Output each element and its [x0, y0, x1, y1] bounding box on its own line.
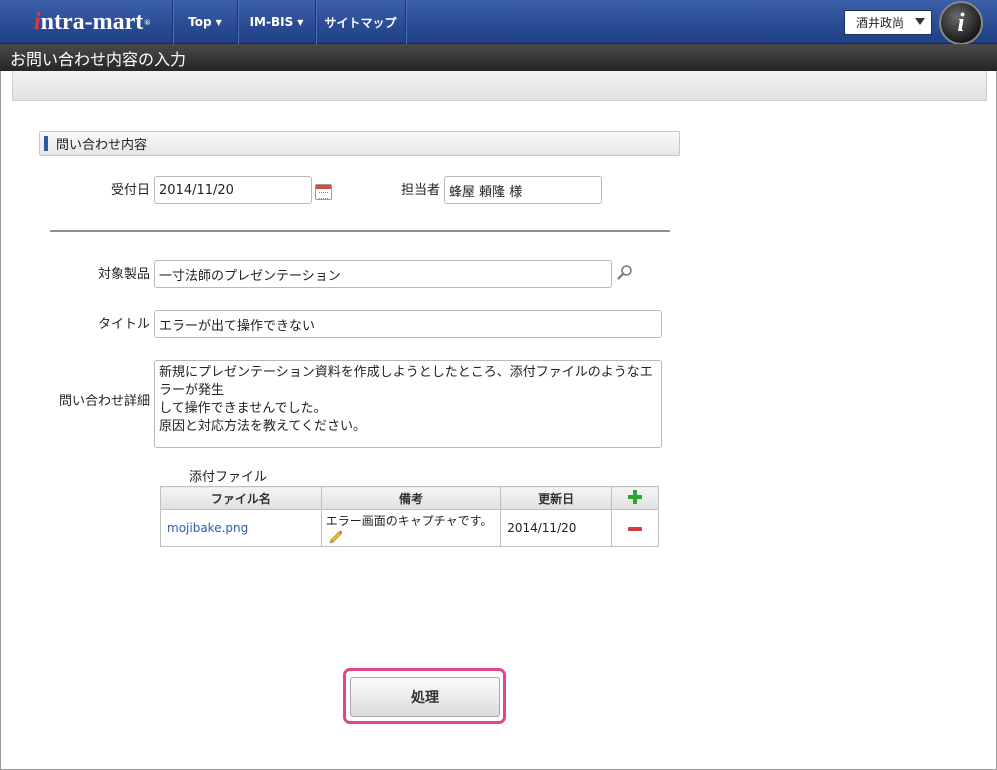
nav-top-menu[interactable]: Top ▼	[172, 0, 237, 44]
details-textarea[interactable]: 新規にプレゼンテーション資料を作成しようとしたところ、添付ファイルのようなエラー…	[154, 360, 662, 448]
assignee-value: 蜂屋 頼隆 様	[449, 184, 523, 200]
frame-border	[0, 71, 1, 770]
details-line: 原因と対応方法を教えてください。	[159, 419, 366, 434]
nav-divider	[405, 0, 407, 44]
pencil-icon[interactable]	[328, 529, 344, 545]
logo-mark: i	[34, 8, 41, 35]
search-icon[interactable]	[617, 264, 633, 280]
avatar-letter: i	[957, 8, 965, 37]
table-header-row: ファイル名 備考 更新日	[160, 486, 659, 510]
reception-date-field[interactable]: 2014/11/20	[154, 176, 312, 204]
product-label: 対象製品	[97, 267, 150, 282]
nav-sitemap-link[interactable]: サイトマップ	[315, 0, 405, 44]
form-divider	[50, 230, 670, 232]
details-label: 問い合わせ詳細	[58, 394, 150, 409]
intra-mart-logo[interactable]: i ntra-mart ®	[0, 0, 172, 44]
plus-icon[interactable]	[628, 489, 643, 504]
product-field[interactable]: 一寸法師のプレゼンテーション	[154, 260, 612, 288]
minus-icon[interactable]	[628, 526, 643, 531]
attachments-title: 添付ファイル	[189, 470, 268, 485]
nav-sitemap-label: サイトマップ	[324, 15, 397, 30]
logo-text: ntra-mart	[40, 8, 144, 35]
attachments-table: ファイル名 備考 更新日 mojibake.png エラー画面のキャプチャです。…	[160, 486, 659, 547]
user-name: 酒井政尚	[856, 16, 905, 30]
subject-field[interactable]: エラーが出て操作できない	[154, 310, 662, 338]
note-text: エラー画面のキャプチャです。	[325, 513, 493, 528]
chevron-down-icon	[915, 18, 925, 25]
reception-date-label: 受付日	[110, 183, 150, 198]
note-cell: エラー画面のキャプチャです。	[320, 509, 502, 547]
column-header-note: 備考	[320, 486, 502, 510]
nav-imbis-menu[interactable]: IM-BIS ▼	[237, 0, 315, 44]
attachment-link[interactable]: mojibake.png	[167, 521, 248, 535]
calendar-icon[interactable]	[315, 184, 332, 200]
avatar[interactable]: i	[939, 1, 983, 45]
reception-date-value: 2014/11/20	[159, 182, 234, 198]
process-button[interactable]: 処理	[350, 677, 500, 717]
add-attachment-cell	[611, 486, 659, 510]
page-toolbar	[12, 71, 987, 101]
updated-cell: 2014/11/20	[500, 509, 613, 547]
filename-cell: mojibake.png	[160, 509, 322, 547]
subject-label: タイトル	[97, 317, 150, 332]
nav-top-label: Top	[188, 15, 212, 29]
section-title: 問い合わせ内容	[56, 138, 148, 153]
page-title: お問い合わせ内容の入力	[10, 49, 187, 69]
section-header: 問い合わせ内容	[39, 131, 680, 156]
chevron-down-icon: ▼	[297, 17, 304, 27]
product-value: 一寸法師のプレゼンテーション	[159, 268, 341, 284]
assignee-label: 担当者	[400, 183, 440, 198]
subject-value: エラーが出て操作できない	[159, 318, 316, 334]
user-menu-dropdown[interactable]: 酒井政尚	[844, 10, 932, 35]
details-line: して操作できませんでした。	[159, 401, 327, 416]
column-header-updated: 更新日	[500, 486, 613, 510]
logo-registered: ®	[144, 17, 151, 27]
details-line: 新規にプレゼンテーション資料を作成しようとしたところ、添付ファイルのようなエラー…	[159, 365, 653, 398]
global-nav: i ntra-mart ® Top ▼ IM-BIS ▼ サイトマップ 酒井政尚 i	[0, 0, 997, 45]
delete-attachment-cell	[611, 509, 659, 547]
column-header-filename: ファイル名	[160, 486, 322, 510]
table-row: mojibake.png エラー画面のキャプチャです。 2014/11/20	[160, 509, 659, 547]
chevron-down-icon: ▼	[215, 17, 222, 27]
assignee-field[interactable]: 蜂屋 頼隆 様	[444, 176, 602, 204]
nav-imbis-label: IM-BIS	[249, 15, 294, 29]
page-title-bar: お問い合わせ内容の入力	[0, 44, 997, 71]
